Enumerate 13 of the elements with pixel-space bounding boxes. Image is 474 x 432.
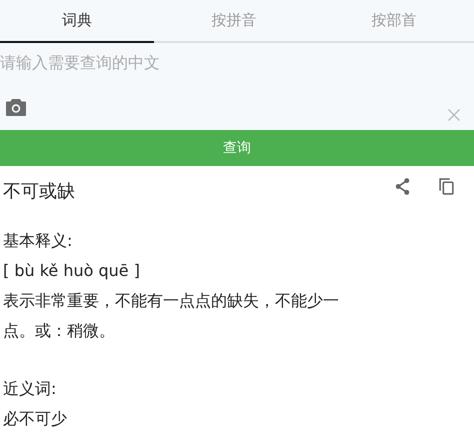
result-word: 不可或缺 (3, 180, 75, 203)
share-icon[interactable] (395, 178, 410, 194)
tab[interactable]: 按拼音 (154, 0, 314, 43)
definition-text: [ bù kě huò quē ] (3, 260, 141, 282)
copy-icon[interactable] (439, 178, 454, 194)
query-button[interactable]: 查询 (0, 130, 474, 166)
section-heading: 近义词: (3, 378, 58, 400)
tab[interactable]: 按部首 (314, 0, 474, 43)
search-field[interactable]: 请输入需要查询的中文 (0, 51, 300, 73)
definition-text: 必不可少 (3, 408, 68, 430)
section-heading: 基本释义: (3, 230, 74, 252)
definition-text: 表示非常重要，不能有一点点的缺失，不能少一点。或：稍微。 (3, 290, 340, 342)
camera-icon[interactable] (6, 99, 26, 116)
